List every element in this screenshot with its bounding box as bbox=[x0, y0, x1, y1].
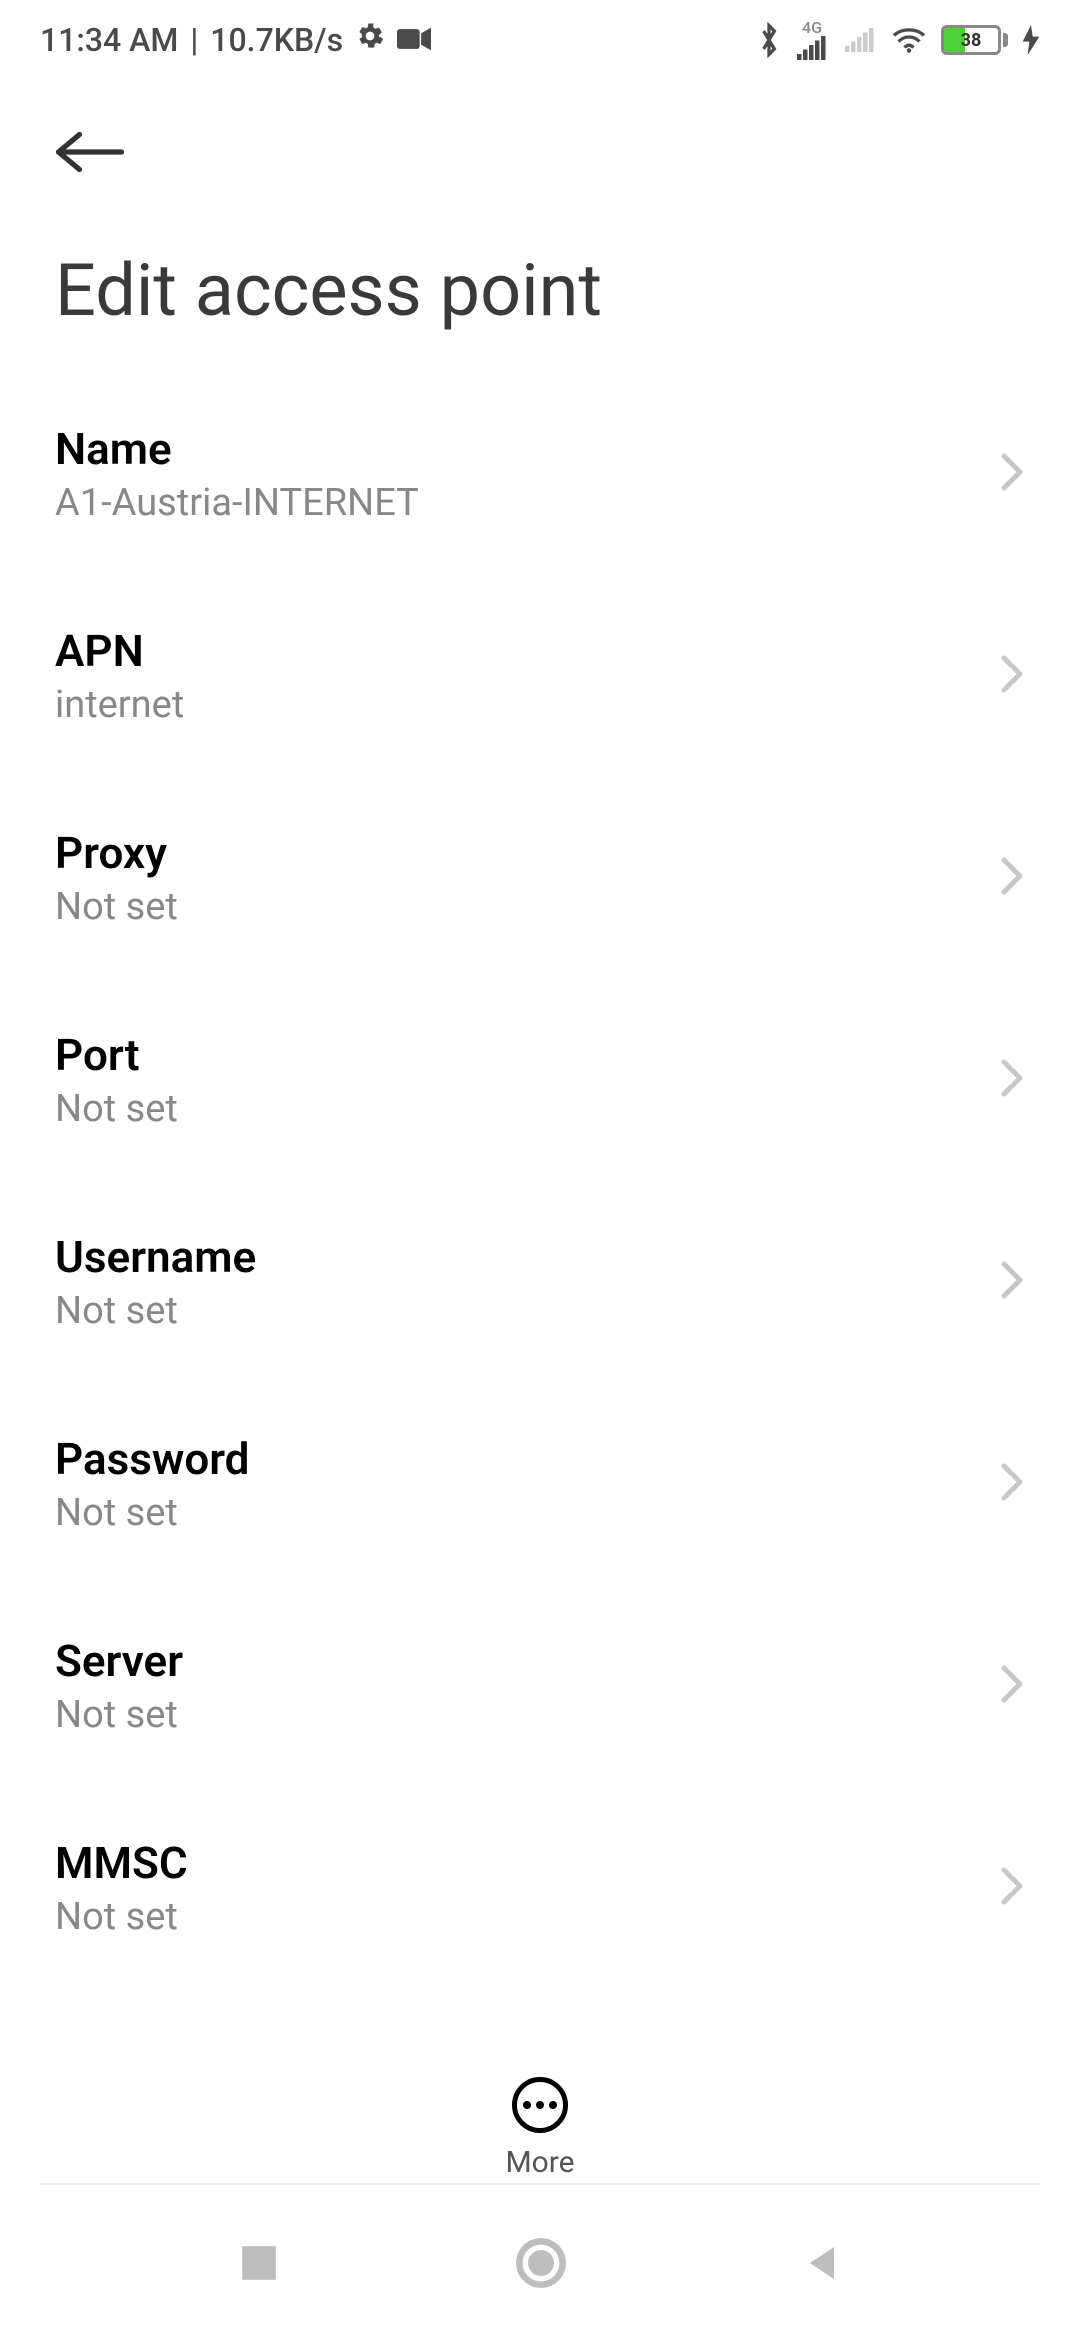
gear-icon bbox=[355, 21, 385, 59]
setting-row-port[interactable]: Port Not set bbox=[0, 979, 1080, 1181]
chevron-right-icon bbox=[999, 1866, 1025, 1910]
nav-back-icon[interactable] bbox=[802, 2243, 842, 2287]
signal-4g-icon: 4G bbox=[795, 20, 829, 60]
system-nav-bar bbox=[0, 2190, 1080, 2340]
battery-icon: 38 bbox=[941, 25, 1008, 55]
setting-label: Username bbox=[55, 1231, 256, 1283]
setting-text: Port Not set bbox=[55, 1029, 178, 1131]
setting-value: internet bbox=[55, 683, 184, 727]
nav-recents-icon[interactable] bbox=[238, 2242, 280, 2288]
setting-text: Proxy Not set bbox=[55, 827, 178, 929]
setting-value: Not set bbox=[55, 1693, 183, 1737]
svg-text:✕: ✕ bbox=[869, 47, 877, 52]
status-left: 11:34 AM | 10.7KB/s bbox=[40, 21, 431, 59]
more-label: More bbox=[505, 2145, 574, 2180]
setting-label: Proxy bbox=[55, 827, 178, 879]
setting-row-name[interactable]: Name A1-Austria-INTERNET bbox=[0, 373, 1080, 575]
setting-text: Server Not set bbox=[55, 1635, 183, 1737]
setting-row-mmsc[interactable]: MMSC Not set bbox=[0, 1787, 1080, 1989]
bottom-action-bar: More bbox=[0, 2057, 1080, 2180]
setting-row-proxy[interactable]: Proxy Not set bbox=[0, 777, 1080, 979]
bluetooth-icon bbox=[757, 22, 781, 58]
setting-value: Not set bbox=[55, 1289, 256, 1333]
setting-label: Port bbox=[55, 1029, 178, 1081]
back-icon[interactable] bbox=[55, 130, 125, 178]
status-separator: | bbox=[190, 21, 198, 59]
setting-row-apn[interactable]: APN internet bbox=[0, 575, 1080, 777]
more-button[interactable]: More bbox=[505, 2077, 574, 2180]
chevron-right-icon bbox=[999, 654, 1025, 698]
setting-value: Not set bbox=[55, 1895, 188, 1939]
wifi-icon bbox=[891, 26, 927, 54]
setting-value: Not set bbox=[55, 1087, 178, 1131]
chevron-right-icon bbox=[999, 1058, 1025, 1102]
more-icon bbox=[512, 2077, 568, 2133]
signal-nosim-icon: ✕ bbox=[843, 28, 877, 52]
setting-value: A1-Austria-INTERNET bbox=[55, 481, 419, 525]
setting-value: Not set bbox=[55, 885, 178, 929]
bottom-divider bbox=[40, 2183, 1040, 2185]
setting-label: Server bbox=[55, 1635, 183, 1687]
chevron-right-icon bbox=[999, 1260, 1025, 1304]
setting-text: Password Not set bbox=[55, 1433, 249, 1535]
setting-label: Name bbox=[55, 423, 419, 475]
setting-text: Username Not set bbox=[55, 1231, 256, 1333]
camera-icon bbox=[397, 21, 431, 59]
setting-row-password[interactable]: Password Not set bbox=[0, 1383, 1080, 1585]
setting-value: Not set bbox=[55, 1491, 249, 1535]
chevron-right-icon bbox=[999, 452, 1025, 496]
charging-icon bbox=[1022, 25, 1040, 55]
status-time: 11:34 AM bbox=[40, 21, 178, 59]
setting-label: Password bbox=[55, 1433, 249, 1485]
setting-label: MMSC bbox=[55, 1837, 188, 1889]
status-net-speed: 10.7KB/s bbox=[210, 21, 343, 59]
chevron-right-icon bbox=[999, 856, 1025, 900]
setting-row-server[interactable]: Server Not set bbox=[0, 1585, 1080, 1787]
page-title: Edit access point bbox=[0, 188, 1080, 373]
chevron-right-icon bbox=[999, 1664, 1025, 1708]
chevron-right-icon bbox=[999, 1462, 1025, 1506]
status-right: 4G ✕ 38 bbox=[757, 20, 1040, 60]
setting-label: APN bbox=[55, 625, 184, 677]
setting-text: APN internet bbox=[55, 625, 184, 727]
setting-text: MMSC Not set bbox=[55, 1837, 188, 1939]
setting-row-username[interactable]: Username Not set bbox=[0, 1181, 1080, 1383]
status-bar: 11:34 AM | 10.7KB/s 4G ✕ 38 bbox=[0, 0, 1080, 70]
nav-home-icon[interactable] bbox=[515, 2237, 567, 2293]
settings-list: Name A1-Austria-INTERNET APN internet Proxy N… bbox=[0, 373, 1080, 2191]
setting-text: Name A1-Austria-INTERNET bbox=[55, 423, 419, 525]
